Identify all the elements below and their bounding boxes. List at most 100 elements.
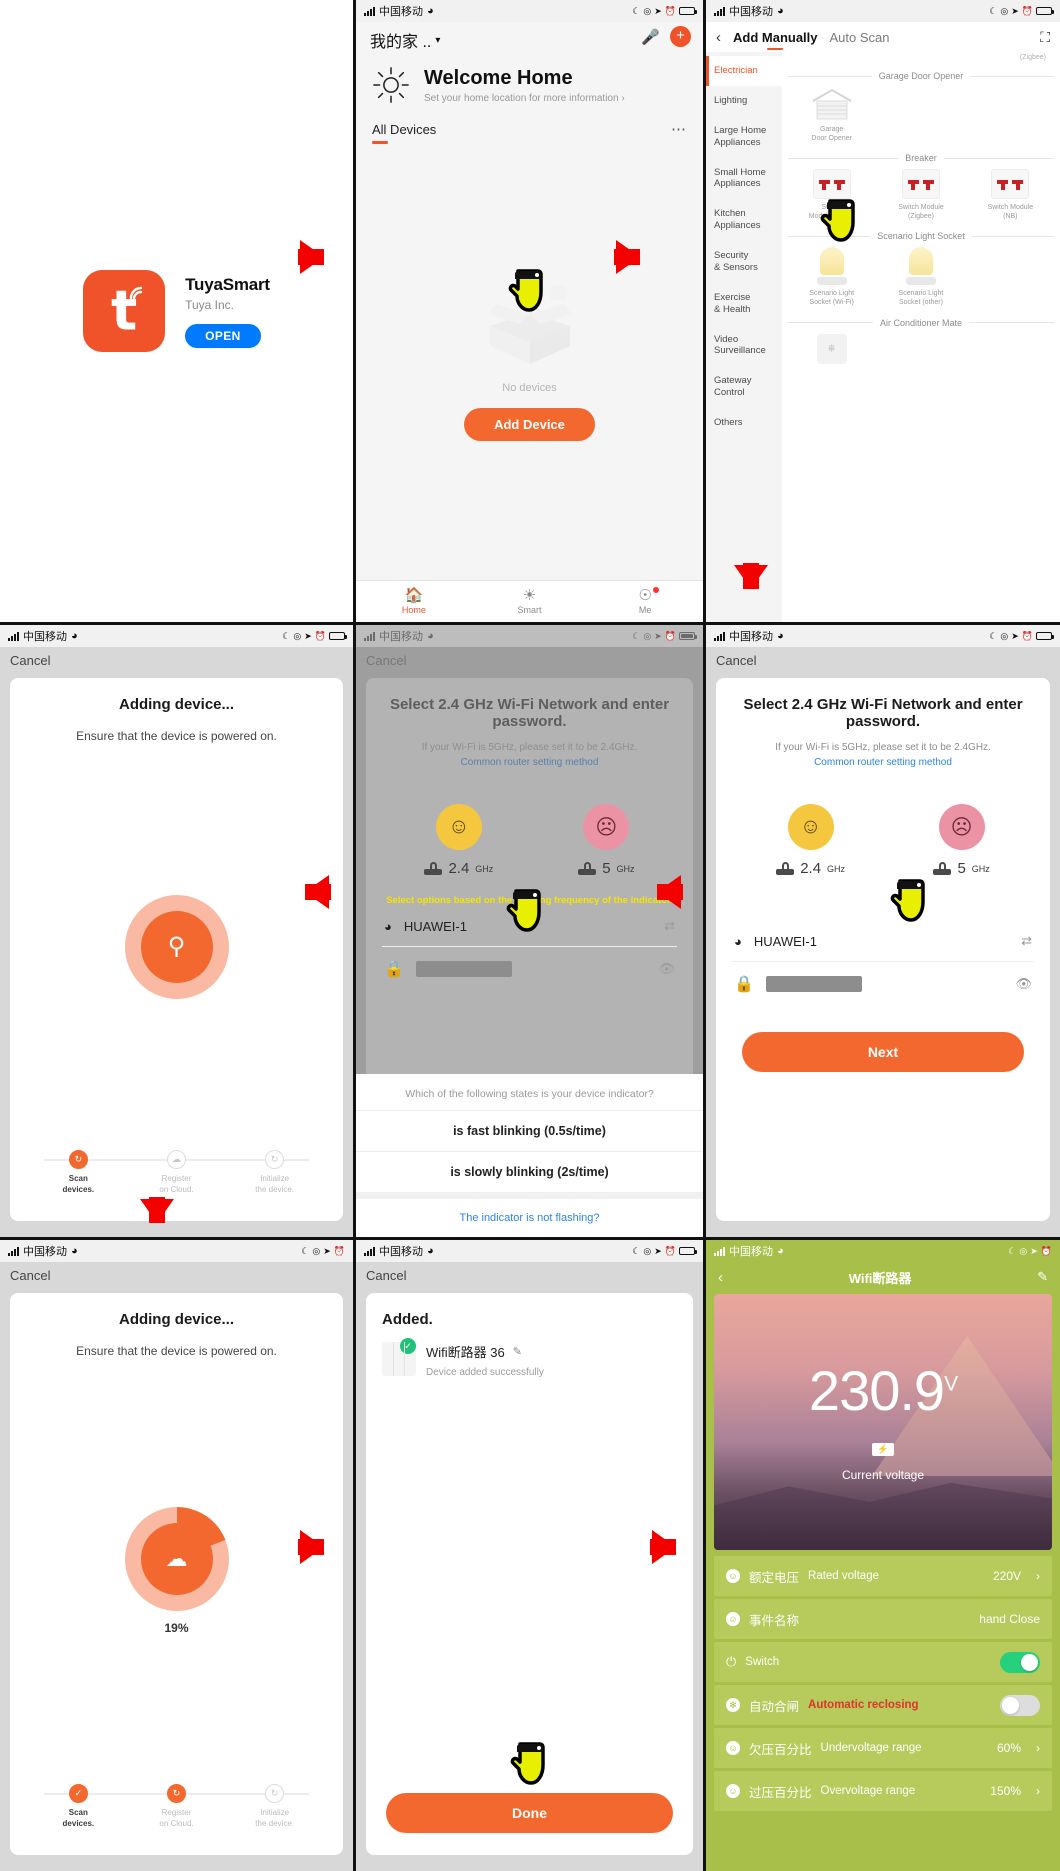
battery-icon xyxy=(679,632,697,640)
row-automatic-reclosing[interactable]: ✻ 自动合闸 Automatic reclosing xyxy=(714,1685,1052,1725)
cancel-button[interactable]: Cancel xyxy=(0,1262,353,1289)
row-label-en: Rated voltage xyxy=(808,1570,879,1582)
signal-icon xyxy=(8,631,19,641)
tab-all-devices[interactable]: All Devices xyxy=(372,122,687,137)
sidebar-item-security-sensors[interactable]: Security & Sensors xyxy=(706,241,782,283)
password-row[interactable]: 🔒 👁 xyxy=(382,947,677,991)
sidebar-item-gateway-control[interactable]: Gateway Control xyxy=(706,366,782,408)
option-slow-blinking[interactable]: is slowly blinking (2s/time) xyxy=(356,1151,703,1192)
more-options-icon[interactable]: ⋯ xyxy=(671,120,687,138)
edit-icon[interactable]: ✎ xyxy=(1037,1269,1048,1285)
eye-icon[interactable]: 👁 xyxy=(1015,976,1032,992)
band-5-unit: GHz xyxy=(616,863,635,874)
option-fast-blinking[interactable]: is fast blinking (0.5s/time) xyxy=(356,1110,703,1151)
device-title: Wifi断路器 xyxy=(848,1270,912,1286)
band-24-option[interactable]: ☺ 2.4 GHz xyxy=(424,804,493,877)
tab-auto-scan[interactable]: Auto Scan xyxy=(830,30,890,45)
wifi-icon: ◕ xyxy=(777,630,784,642)
smiley-face-icon: ☺ xyxy=(787,804,834,850)
panel-home: 中国移动 ◕ ☾ ◎ ➤ ⏰ 我的家 .. ▾ 🎤 + Welcome Home… xyxy=(356,0,706,625)
router-setting-link[interactable]: Common router setting method xyxy=(814,757,952,768)
flow-arrow-right xyxy=(298,1530,324,1564)
router-setting-link[interactable]: Common router setting method xyxy=(461,757,599,768)
device-item-garage-door-opener[interactable]: Garage Door Opener xyxy=(788,87,875,143)
band-24-option[interactable]: ☺ 2.4 GHz xyxy=(776,804,845,877)
scan-qr-icon[interactable]: ⛶ xyxy=(1040,29,1050,46)
row-overvoltage-range[interactable]: ☺ 过压百分比 Overvoltage range 150% › xyxy=(714,1771,1052,1811)
ssid-row[interactable]: ◕ HUAWEI-1 ⇄ xyxy=(732,921,1034,962)
sidebar-item-electrician[interactable]: Electrician xyxy=(706,56,782,86)
row-label-en: Switch xyxy=(745,1656,780,1668)
status-bar: 中国移动 ◕ ☾ ◎ ➤ ⏰ xyxy=(0,625,353,647)
device-item-scenario-light-socket-other[interactable]: Scenario Light Socket (other) xyxy=(877,247,964,307)
band-5-option[interactable]: ☹ 5 GHz xyxy=(578,804,635,877)
switch-toggle[interactable] xyxy=(1000,1651,1040,1673)
check-icon: ✓ xyxy=(400,1338,416,1354)
tab-smart[interactable]: ☀ Smart xyxy=(472,581,588,622)
cancel-button[interactable]: Cancel xyxy=(0,647,353,674)
row-undervoltage-range[interactable]: ☺ 欠压百分比 Undervoltage range 60% › xyxy=(714,1728,1052,1768)
section-title: Breaker xyxy=(905,153,937,164)
row-rated-voltage[interactable]: ☺ 额定电压 Rated voltage 220V › xyxy=(714,1556,1052,1596)
done-button[interactable]: Done xyxy=(386,1793,673,1833)
password-input[interactable] xyxy=(415,961,512,977)
device-item-switch-module-zigbee[interactable]: Switch Module (Zigbee) xyxy=(877,169,964,221)
progress-steps: ✓ Scan devices. ↻ Register on Cloud. ↻ I… xyxy=(26,1784,327,1837)
device-item-air-conditioner-mate[interactable]: ⎈ xyxy=(788,333,875,364)
cancel-button[interactable]: Cancel xyxy=(356,1262,703,1289)
status-bar: 中国移动 ◕ ☾ ◎ ➤ ⏰ xyxy=(706,625,1060,647)
open-button[interactable]: OPEN xyxy=(185,323,261,348)
cancel-button[interactable]: Cancel xyxy=(356,647,703,674)
password-input[interactable] xyxy=(765,976,862,992)
welcome-subtitle: Set your home location for more informat… xyxy=(424,92,625,104)
sidebar-item-kitchen-appliances[interactable]: Kitchen Appliances xyxy=(706,199,782,241)
flow-arrow-right xyxy=(614,240,640,274)
switch-network-icon[interactable]: ⇄ xyxy=(1021,933,1032,949)
sun-icon: ☀ xyxy=(522,587,537,604)
sidebar-item-small-home-appliances[interactable]: Small Home Appliances xyxy=(706,158,782,200)
power-icon: ⏻ xyxy=(726,1654,737,1669)
tab-me[interactable]: ☉ Me xyxy=(587,581,703,622)
device-item-switch-module-nb[interactable]: Switch Module (NB) xyxy=(967,169,1054,221)
row-switch[interactable]: ⏻ Switch xyxy=(714,1642,1052,1682)
device-item-scenario-light-socket-wifi[interactable]: Scenario Light Socket (Wi-Fi) xyxy=(788,247,875,307)
chevron-right-icon: › xyxy=(1036,1784,1040,1798)
indicator-not-flashing-link[interactable]: The indicator is not flashing? xyxy=(356,1199,703,1237)
microphone-icon[interactable]: 🎤 xyxy=(641,28,660,46)
add-button[interactable]: + xyxy=(670,26,691,47)
cancel-button[interactable]: Cancel xyxy=(706,647,1060,674)
band-5-option[interactable]: ☹ 5 GHz xyxy=(933,804,990,877)
password-row[interactable]: 🔒 👁 xyxy=(732,962,1034,1006)
band-5-unit: GHz xyxy=(971,863,990,874)
sidebar-item-video-surveillance[interactable]: Video Surveillance xyxy=(706,325,782,367)
reclosing-toggle[interactable] xyxy=(1000,1694,1040,1716)
sidebar-item-lighting[interactable]: Lighting xyxy=(706,86,782,116)
row-event-name[interactable]: ☺ 事件名称 hand Close xyxy=(714,1599,1052,1639)
router-icon xyxy=(933,862,952,875)
moon-icon: ☾ xyxy=(632,5,641,16)
tab-home[interactable]: 🏠 Home xyxy=(356,581,472,622)
edit-icon[interactable]: ✎ xyxy=(513,1345,522,1358)
alarm-icon: ⏰ xyxy=(1040,1245,1052,1256)
chevron-down-icon: ▾ xyxy=(435,34,441,46)
wifi-icon: ◕ xyxy=(734,933,742,949)
tab-add-manually[interactable]: Add Manually xyxy=(733,30,818,50)
sidebar-item-others[interactable]: Others xyxy=(706,408,782,438)
eye-icon[interactable]: 👁 xyxy=(658,961,675,977)
location-icon: ◎ xyxy=(1000,5,1009,16)
navigation-icon: ➤ xyxy=(1011,630,1019,641)
add-device-button[interactable]: Add Device xyxy=(464,407,595,441)
sidebar-item-large-home-appliances[interactable]: Large Home Appliances xyxy=(706,116,782,158)
sidebar-item-exercise-health[interactable]: Exercise & Health xyxy=(706,283,782,325)
status-face-icon: ☺ xyxy=(726,1741,740,1755)
app-icon-letter: t xyxy=(110,278,138,343)
signal-icon xyxy=(714,1246,725,1256)
next-button[interactable]: Next xyxy=(742,1032,1024,1072)
switch-network-icon[interactable]: ⇄ xyxy=(664,918,675,934)
page-title: Added. xyxy=(382,1311,433,1328)
welcome-banner[interactable]: Welcome Home Set your home location for … xyxy=(356,52,703,112)
back-icon[interactable]: ‹ xyxy=(716,29,721,46)
chevron-right-icon: › xyxy=(1036,1569,1040,1583)
progress-donut: ☁ xyxy=(124,1507,229,1612)
lock-icon: 🔒 xyxy=(384,961,404,978)
